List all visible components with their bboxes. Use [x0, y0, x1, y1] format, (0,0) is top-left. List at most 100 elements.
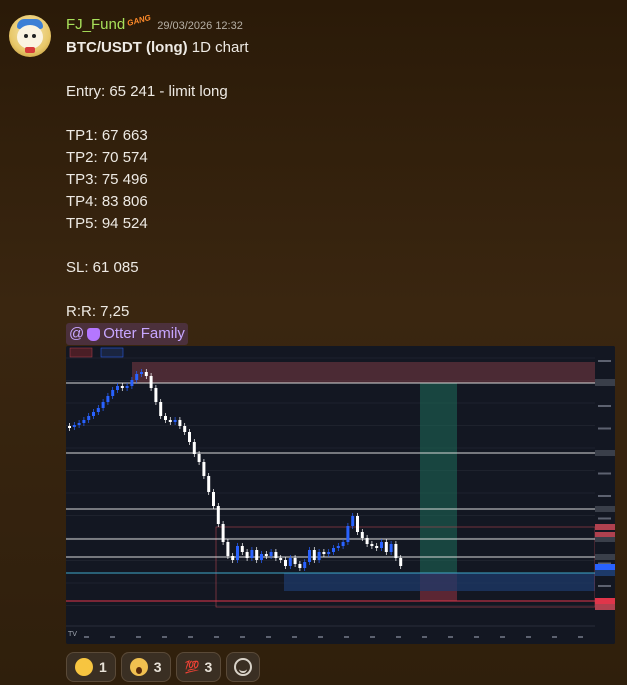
salute-face-icon [75, 658, 93, 676]
red-price-badge-3 [595, 604, 615, 610]
candle-body [375, 546, 379, 548]
tv-logo: TV [67, 630, 77, 638]
candle-body [380, 542, 383, 548]
candle-body [111, 390, 115, 396]
candle-body [236, 546, 239, 560]
candle-body [77, 423, 81, 425]
price-tick-label [598, 405, 611, 407]
candle-body [240, 546, 244, 552]
candle-body [269, 552, 273, 556]
candle-body [101, 402, 105, 408]
candle-body [322, 552, 326, 554]
candle-body [202, 462, 206, 476]
entry-price-badge [595, 570, 615, 576]
tp5-price-badge [595, 379, 615, 386]
chart-image[interactable]: TV [66, 346, 615, 644]
entry-box [284, 573, 595, 591]
time-tick-label [136, 636, 141, 638]
buy-box[interactable] [100, 347, 124, 358]
add-reaction-button[interactable] [226, 652, 261, 682]
chart-grid [66, 357, 595, 606]
message-timestamp: 29/03/2026 12:32 [157, 20, 243, 32]
time-tick-label [266, 636, 271, 638]
tp3-price-badge [595, 506, 615, 512]
time-tick-label [526, 636, 531, 638]
reaction-salute[interactable]: 1 [66, 652, 116, 682]
price-tick-label [598, 495, 611, 497]
candle-body [221, 524, 225, 542]
price-tick-label [598, 427, 611, 430]
candle-body [68, 426, 71, 428]
candle-body [231, 556, 235, 560]
time-tick-label [396, 636, 401, 638]
candle-body [288, 558, 292, 566]
sl-price-badge [595, 598, 615, 604]
candle-body [399, 558, 403, 566]
candle-body [92, 412, 95, 416]
role-mention[interactable]: @ Otter Family [66, 323, 188, 345]
time-tick-label [188, 636, 193, 638]
candle-body [192, 442, 196, 454]
red-price-badge-1 [595, 524, 615, 530]
reaction-scream[interactable]: 3 [120, 652, 171, 682]
time-tick-label [110, 636, 115, 638]
candle-body [394, 544, 398, 558]
price-tick-label [598, 472, 611, 475]
current-price-badge [595, 564, 615, 570]
reaction-hundred[interactable]: 💯 3 [175, 652, 222, 682]
candle-body [336, 546, 340, 548]
time-tick-label [370, 636, 375, 638]
tp4-price-badge [595, 450, 615, 456]
price-tick-label [598, 517, 611, 520]
tp4-line: TP4: 83 806 [66, 193, 148, 210]
tp2-price-badge [595, 537, 615, 542]
candle-body [346, 526, 350, 542]
username[interactable]: FJ_Fund [66, 16, 125, 33]
candle-body [279, 558, 283, 560]
candle-body [168, 420, 172, 422]
time-tick-label [474, 636, 479, 638]
tp1-price-badge [595, 554, 615, 560]
time-tick-label [84, 636, 89, 638]
sl-line: SL: 61 085 [66, 259, 139, 276]
candle-body [332, 548, 335, 552]
entry-line: Entry: 65 241 - limit long [66, 83, 228, 100]
candle-body [351, 516, 355, 526]
user-avatar[interactable] [9, 15, 51, 57]
screaming-face-icon [129, 658, 148, 676]
avatar-face [17, 25, 43, 49]
candle-body [312, 550, 316, 560]
candle-body [341, 542, 345, 546]
time-tick-label [240, 636, 245, 638]
upper-red-zone [132, 362, 595, 383]
message-title-rest: 1D chart [187, 39, 249, 56]
candle-body [197, 454, 201, 462]
candle-body [96, 408, 100, 412]
candle-body [365, 538, 369, 544]
time-tick-label [448, 636, 453, 638]
time-tick-label [292, 636, 297, 638]
user-guild-tag[interactable]: GANG [126, 13, 152, 28]
candle-body [159, 402, 163, 416]
candle-body [178, 420, 182, 426]
candle-body [245, 552, 249, 558]
candle-body [106, 396, 110, 402]
candle-body [298, 564, 302, 568]
candle-body [183, 426, 187, 432]
candle-body [284, 560, 287, 566]
candle-body [207, 476, 211, 492]
tp3-line: TP3: 75 496 [66, 171, 148, 188]
candle-body [154, 388, 158, 402]
time-tick-label [318, 636, 323, 638]
reactions-bar: 1 3 💯 3 [66, 652, 261, 682]
profit-zone [420, 383, 457, 573]
sell-box[interactable] [69, 347, 93, 358]
message-title-line: BTC/USDT (long) 1D chart [66, 37, 606, 59]
candle-body [140, 372, 143, 374]
candle-body [327, 552, 331, 554]
tp1-line: TP1: 67 663 [66, 127, 148, 144]
candle-body [370, 544, 374, 546]
add-reaction-icon [234, 658, 253, 676]
candle-body [250, 550, 254, 558]
tp2-line: TP2: 70 574 [66, 149, 148, 166]
